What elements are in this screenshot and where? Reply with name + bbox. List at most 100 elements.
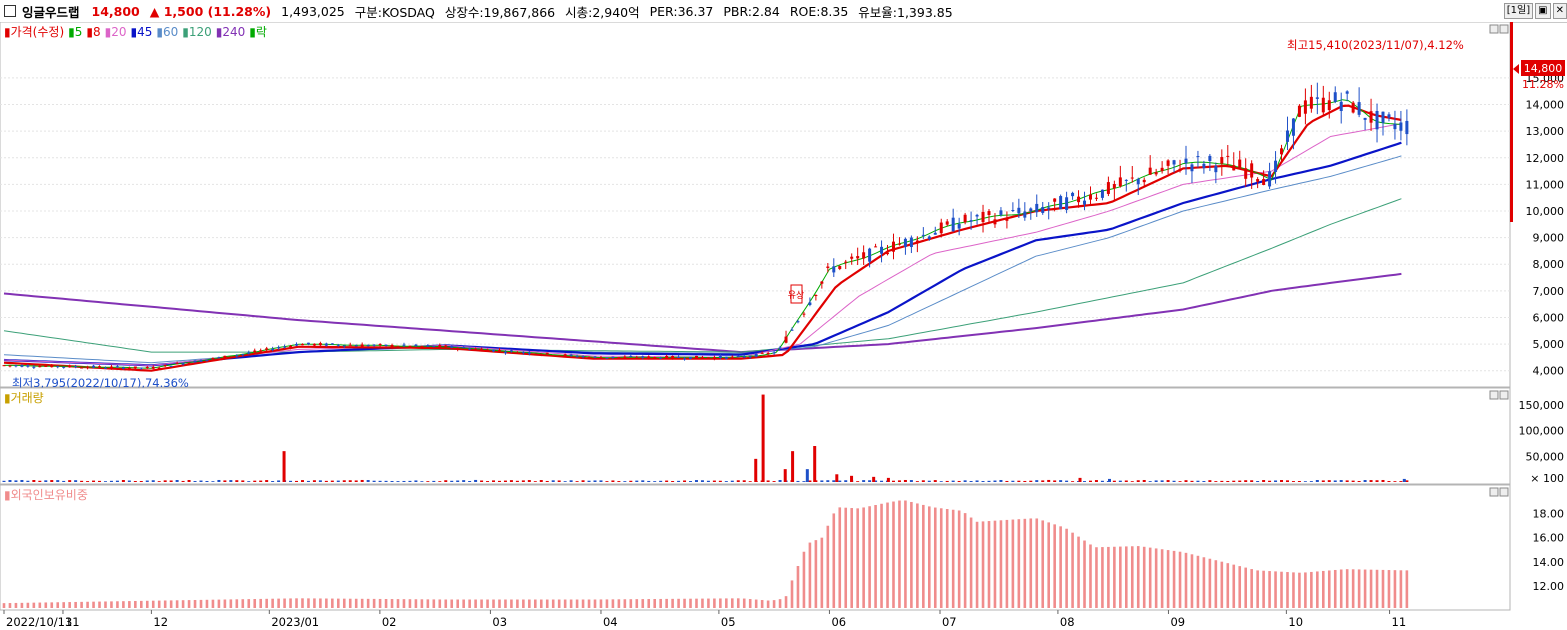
roe-value: ROE:8.35 (789, 3, 849, 19)
candle-body (217, 357, 221, 359)
foreign-bar (444, 599, 448, 608)
candle-body (748, 356, 752, 358)
volume-bar (599, 480, 603, 482)
volume-bar (891, 480, 895, 482)
volume-bar (14, 480, 18, 482)
foreign-tick-label: 14.00 (1533, 556, 1565, 569)
volume-spike-bar (282, 451, 286, 482)
close-icon[interactable]: ✕ (1552, 3, 1567, 19)
volume-bar (665, 480, 669, 482)
candle-body (44, 365, 48, 367)
candle-body (742, 356, 746, 358)
candle-body (127, 367, 131, 369)
volume-bar (1297, 481, 1301, 482)
price-legend: ▮가격(수정) ▮5 ▮8 ▮20 ▮45 ▮60 ▮120 ▮240 ▮락 (4, 25, 267, 39)
foreign-bar (319, 598, 322, 608)
candle-body (241, 354, 245, 356)
foreign-bar (826, 525, 830, 608)
candle-body (348, 344, 352, 346)
volume-bar (271, 481, 275, 482)
foreign-bar (462, 599, 465, 608)
foreign-bar (534, 599, 537, 608)
window-restore-icon[interactable]: ▣ (1535, 3, 1551, 19)
volume-bar (1345, 480, 1349, 482)
volume-bar (957, 480, 961, 482)
volume-restore-icon[interactable] (1489, 390, 1499, 400)
volume-spike-bar (754, 458, 758, 482)
volume-bar (312, 480, 316, 482)
volume-bar (844, 480, 848, 482)
foreign-bar (1244, 567, 1247, 608)
candle-body (856, 256, 860, 259)
foreign-bar (1357, 569, 1361, 608)
foreign-bar (390, 599, 394, 608)
foreign-bar (1053, 524, 1056, 608)
volume-bar (605, 481, 609, 482)
volume-bar (712, 480, 716, 482)
foreign-bar (1274, 571, 1277, 608)
candle-body (187, 362, 191, 364)
volume-bar (647, 480, 651, 482)
foreign-bar (1125, 546, 1128, 608)
candle-body (181, 363, 185, 365)
candle-body (933, 232, 937, 235)
foreign-bar (1023, 518, 1027, 608)
volume-bar (856, 481, 860, 482)
volume-bar (1309, 481, 1313, 482)
volume-bar (145, 480, 149, 482)
candle-body (169, 365, 173, 367)
candle-body (432, 346, 436, 348)
candle-body (32, 366, 36, 368)
candle-body (480, 348, 484, 350)
foreign-bar (1399, 570, 1403, 608)
volume-spike-bar (835, 474, 839, 482)
foreign-bar (247, 599, 251, 608)
candle-body (253, 350, 257, 353)
foreign-bar (1083, 540, 1086, 608)
foreign-restore-icon[interactable] (1489, 487, 1499, 497)
foreign-bar (1202, 557, 1206, 608)
foreign-bar (199, 599, 203, 608)
candle-body (1393, 123, 1397, 130)
period-button[interactable]: [1일] (1503, 3, 1534, 19)
foreign-bar (922, 504, 925, 608)
foreign-bar (301, 598, 304, 608)
foreign-bar (1339, 569, 1343, 608)
legend-item: ▮8 (86, 25, 100, 39)
pane-close-icon[interactable] (1499, 24, 1509, 34)
volume-bar (139, 481, 143, 482)
select-checkbox[interactable] (4, 5, 16, 17)
volume-pane: 150,000 100,000 50,000 × 100 ▮거래량 (0, 387, 1564, 485)
volume-bar (175, 480, 179, 482)
candle-body (1083, 200, 1087, 205)
volume-bar (1047, 479, 1051, 482)
volume-bar (1136, 480, 1140, 482)
foreign-bar (1154, 548, 1158, 608)
candle-body (1053, 198, 1057, 202)
volume-bar (354, 480, 358, 482)
volume-bar (1339, 480, 1343, 482)
candle-body (1065, 197, 1069, 210)
foreign-bar (1298, 572, 1301, 608)
price-scroll-bar[interactable] (1510, 22, 1513, 222)
foreign-bar (850, 508, 853, 608)
price-axis: 15,00014,00013,00012,00011,00010,0009,00… (1526, 72, 1565, 378)
foreign-bar (1166, 550, 1170, 608)
foreign-close-icon[interactable] (1499, 487, 1509, 497)
foreign-bar (396, 599, 400, 608)
pane-restore-icon[interactable] (1489, 24, 1499, 34)
foreign-bar (271, 598, 274, 608)
foreign-bar (701, 598, 704, 608)
candle-body (951, 217, 955, 232)
foreign-bar (563, 599, 567, 608)
volume-bar (1166, 480, 1170, 482)
candle-body (635, 357, 639, 359)
candle-body (641, 356, 645, 358)
candle-body (360, 344, 364, 347)
foreign-bar (402, 599, 406, 608)
volume-close-icon[interactable] (1499, 390, 1509, 400)
candle-body (289, 345, 293, 348)
foreign-bar (163, 600, 167, 608)
foreign-bar (1136, 546, 1140, 608)
candle-body (1321, 97, 1325, 113)
